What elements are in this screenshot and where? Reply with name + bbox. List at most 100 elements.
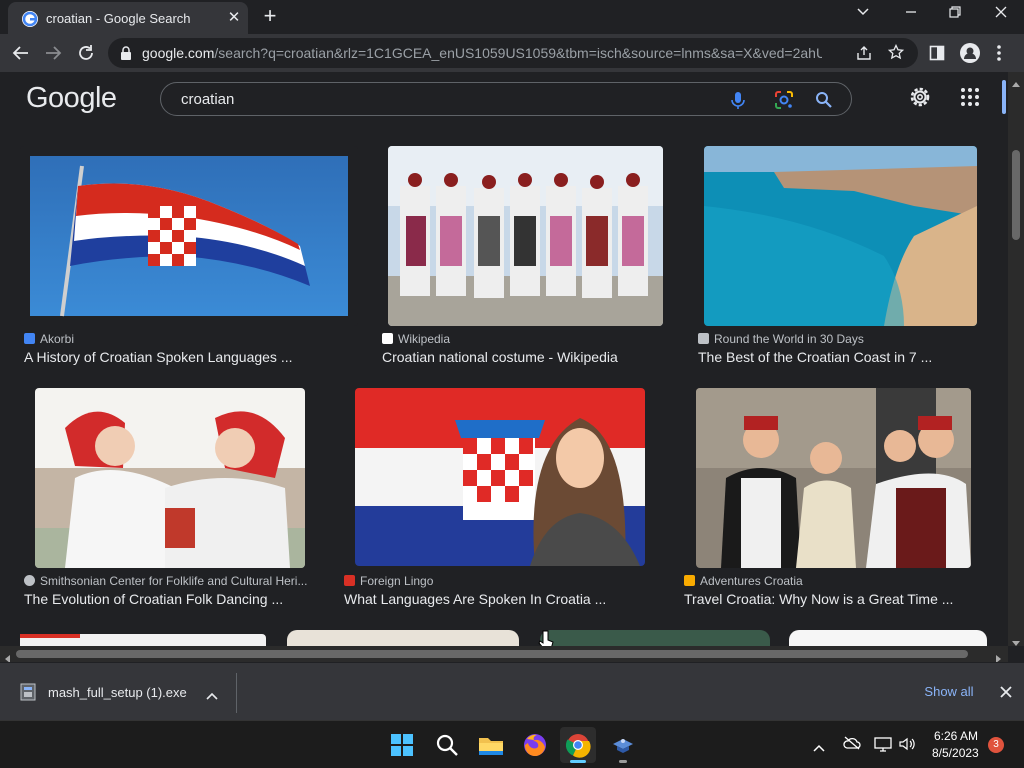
result-source[interactable]: Foreign Lingo <box>344 574 433 588</box>
result-source-name: Foreign Lingo <box>360 574 434 588</box>
download-item[interactable]: mash_full_setup (1).exe <box>0 663 236 721</box>
lens-search-icon[interactable] <box>773 89 795 111</box>
chevron-up-icon[interactable] <box>206 687 218 705</box>
browser-tab[interactable]: croatian - Google Search ✕ <box>8 2 248 34</box>
result-source-name: Round the World in 30 Days <box>714 332 864 346</box>
lock-icon[interactable] <box>120 46 132 65</box>
result-source[interactable]: Smithsonian Center for Folklife and Cult… <box>24 574 307 588</box>
result-source-name: Adventures Croatia <box>700 574 803 588</box>
profile-avatar-icon[interactable] <box>960 43 980 68</box>
clock-time[interactable]: 6:26 AM <box>934 729 978 743</box>
share-icon[interactable] <box>856 45 872 66</box>
active-app-indicator <box>570 760 586 763</box>
next-row-image[interactable] <box>540 630 770 646</box>
site-favicon-icon <box>698 333 709 344</box>
search-query[interactable]: croatian <box>181 91 234 108</box>
tab-close-icon[interactable]: ✕ <box>226 10 242 26</box>
result-image[interactable] <box>355 388 645 566</box>
running-app-indicator <box>619 760 627 763</box>
show-hidden-icons-chevron-icon[interactable] <box>813 739 825 757</box>
google-favicon-icon <box>22 11 38 27</box>
site-favicon-icon <box>24 333 35 344</box>
result-title[interactable]: Croatian national costume - Wikipedia <box>382 349 618 365</box>
file-explorer-icon[interactable] <box>473 727 509 763</box>
site-favicon-icon <box>382 333 393 344</box>
new-tab-button[interactable]: + <box>258 5 282 29</box>
result-image[interactable] <box>696 388 971 568</box>
tab-search-chevron-icon[interactable] <box>848 4 878 26</box>
close-window-icon[interactable] <box>986 4 1016 26</box>
scroll-down-icon[interactable] <box>1012 634 1020 652</box>
site-favicon-icon <box>24 575 35 586</box>
url-domain: google.com <box>142 45 215 61</box>
forward-arrow-icon[interactable] <box>40 40 66 66</box>
result-source-name: Smithsonian Center for Folklife and Cult… <box>40 574 308 588</box>
restore-icon[interactable] <box>940 4 970 26</box>
browser-toolbar: google.com/search?q=croatian&rlz=1C1GCEA… <box>0 34 1024 72</box>
google-header: Google croatian <box>0 72 1008 124</box>
download-file-name: mash_full_setup (1).exe <box>48 685 187 700</box>
close-download-bar-icon[interactable] <box>1000 685 1012 703</box>
result-title[interactable]: Travel Croatia: Why Now is a Great Time … <box>684 591 953 607</box>
bookmark-star-icon[interactable] <box>887 43 905 65</box>
result-title[interactable]: What Languages Are Spoken In Croatia ... <box>344 591 606 607</box>
result-title[interactable]: A History of Croatian Spoken Languages .… <box>24 349 293 365</box>
address-bar[interactable]: google.com/search?q=croatian&rlz=1C1GCEA… <box>108 38 918 68</box>
result-source[interactable]: Akorbi <box>24 332 74 346</box>
result-image[interactable] <box>388 146 663 326</box>
next-row-image[interactable] <box>287 630 519 646</box>
site-favicon-icon <box>344 575 355 586</box>
notification-badge[interactable]: 3 <box>988 737 1004 753</box>
divider <box>236 673 237 713</box>
tab-strip: croatian - Google Search ✕ + <box>0 0 1024 34</box>
result-title[interactable]: The Best of the Croatian Coast in 7 ... <box>698 349 932 365</box>
more-menu-icon[interactable] <box>996 44 1002 67</box>
site-favicon-icon <box>684 575 695 586</box>
download-bar: mash_full_setup (1).exe Show all <box>0 662 1024 720</box>
result-image[interactable] <box>20 146 358 326</box>
tab-title: croatian - Google Search <box>46 11 191 26</box>
reload-icon[interactable] <box>73 40 99 66</box>
next-row-image[interactable] <box>789 630 987 646</box>
scrollbar-thumb[interactable] <box>1012 150 1020 240</box>
exe-file-icon <box>20 683 36 706</box>
vertical-scrollbar[interactable] <box>1008 72 1024 646</box>
apps-grid-icon[interactable] <box>960 87 980 112</box>
search-icon[interactable] <box>813 89 835 111</box>
voice-search-icon[interactable] <box>727 89 749 111</box>
taskbar-search-icon[interactable] <box>429 727 465 763</box>
url-path: /search?q=croatian&rlz=1C1GCEA_enUS1059U… <box>214 45 822 61</box>
search-box[interactable]: croatian <box>160 82 852 116</box>
back-arrow-icon[interactable] <box>8 40 34 66</box>
clock-date[interactable]: 8/5/2023 <box>932 746 979 760</box>
show-all-downloads-button[interactable]: Show all <box>914 677 984 707</box>
result-source-name: Wikipedia <box>398 332 451 346</box>
result-title[interactable]: The Evolution of Croatian Folk Dancing .… <box>24 591 283 607</box>
result-image[interactable] <box>704 146 977 326</box>
horizontal-scrollbar[interactable] <box>0 646 1008 663</box>
mouse-cursor-icon <box>538 630 554 646</box>
volume-icon[interactable] <box>898 736 916 757</box>
image-results-grid: Akorbi A History of Croatian Spoken Lang… <box>0 124 1008 646</box>
url-text: google.com/search?q=croatian&rlz=1C1GCEA… <box>142 45 822 61</box>
next-row-image[interactable] <box>20 634 266 646</box>
settings-gear-icon[interactable] <box>908 85 932 114</box>
result-source[interactable]: Wikipedia <box>382 332 450 346</box>
game-app-icon[interactable] <box>605 727 641 763</box>
result-source[interactable]: Adventures Croatia <box>684 574 803 588</box>
network-icon[interactable] <box>874 736 892 757</box>
firefox-icon[interactable] <box>517 727 553 763</box>
scrollbar-thumb[interactable] <box>16 650 968 658</box>
start-windows-icon[interactable] <box>384 727 420 763</box>
minimize-icon[interactable] <box>896 4 926 26</box>
google-logo[interactable]: Google <box>26 82 117 115</box>
scroll-up-icon[interactable] <box>1012 74 1020 92</box>
windows-taskbar: 6:26 AM 8/5/2023 3 <box>0 720 1024 768</box>
cloud-offline-icon[interactable] <box>843 736 861 755</box>
result-source[interactable]: Round the World in 30 Days <box>698 332 864 346</box>
focus-indicator <box>1002 80 1006 114</box>
result-image[interactable] <box>35 388 305 568</box>
result-source-name: Akorbi <box>40 332 75 346</box>
chrome-icon[interactable] <box>560 727 596 763</box>
side-panel-icon[interactable] <box>929 45 945 66</box>
